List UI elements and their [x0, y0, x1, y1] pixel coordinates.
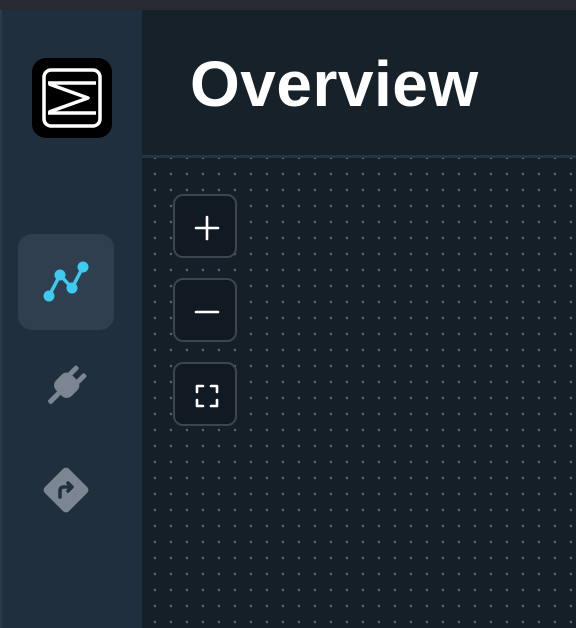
line-graph-icon [43, 261, 89, 302]
page-header: Overview [142, 10, 576, 158]
route-sign-icon [43, 467, 89, 513]
flow-canvas[interactable] [142, 158, 576, 628]
sidebar-item-graph[interactable] [18, 234, 114, 330]
fit-view-button[interactable] [173, 362, 237, 426]
sidebar-item-routing[interactable] [18, 442, 114, 538]
plug-icon [48, 365, 87, 404]
app-logo[interactable] [32, 58, 112, 138]
minus-icon [194, 310, 220, 314]
plus-icon [194, 215, 220, 241]
sidebar-item-plugins[interactable] [18, 338, 114, 434]
app-window: Overview [0, 0, 576, 628]
window-top-bar [0, 0, 576, 10]
zoom-in-button[interactable] [173, 194, 237, 258]
logo-icon [42, 68, 102, 128]
zoom-out-button[interactable] [173, 278, 237, 342]
page-title: Overview [190, 48, 479, 120]
sidebar [0, 10, 142, 628]
fit-view-icon [195, 384, 219, 408]
